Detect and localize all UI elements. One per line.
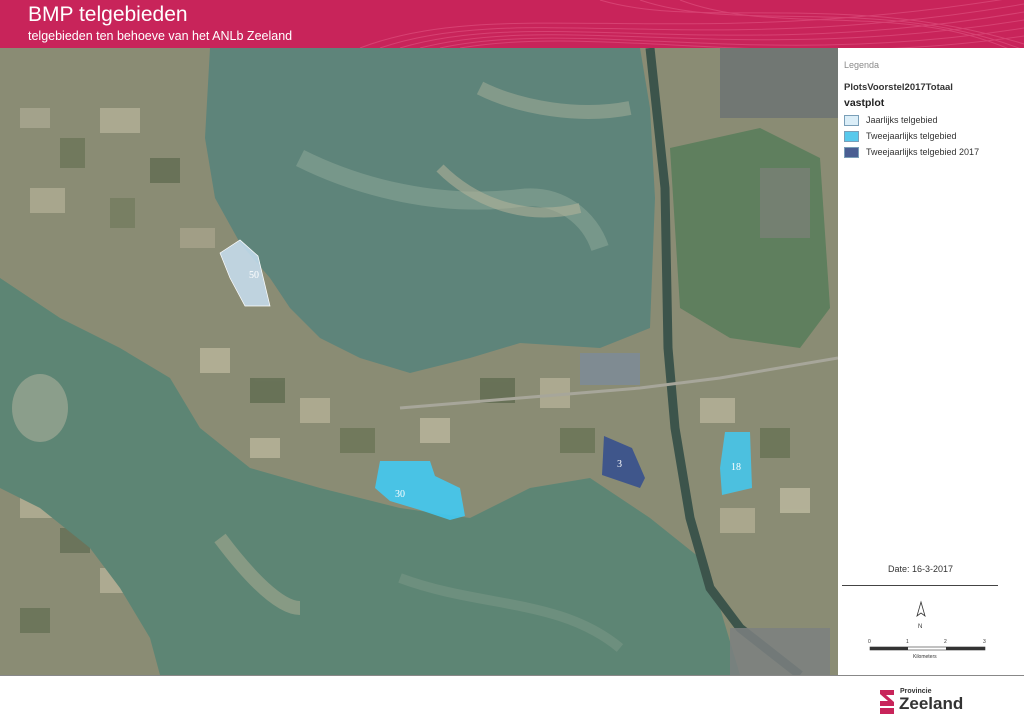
legend-field-title: vastplot: [844, 97, 885, 109]
area-label-50: 50: [249, 270, 259, 281]
scale-bar: [869, 646, 986, 651]
legend-swatch-tweejaarlijks: [844, 130, 859, 142]
map-subtitle: telgebieden ten behoeve van het ANLb Zee…: [28, 29, 293, 43]
legend-layer-title: PlotsVoorstel2017Totaal: [844, 82, 953, 93]
map-date: Date: 16-3-2017: [887, 564, 954, 574]
legend-heading: Legenda: [844, 60, 880, 70]
urban-area: [720, 48, 838, 118]
map-view[interactable]: 50 30 3 18: [0, 48, 838, 675]
scale-north-block: N 0 1 2 3 Kilometers: [868, 600, 986, 660]
scale-unit: Kilometers: [913, 654, 937, 660]
header-banner: BMP telgebieden telgebieden ten behoeve …: [0, 0, 1024, 48]
legend-swatch-jaarlijks: [844, 114, 859, 126]
legend-item-label: Tweejaarlijks telgebied: [866, 131, 957, 141]
scale-tick: 1: [906, 639, 909, 645]
logo-mark-icon: [880, 690, 894, 714]
logo-text-zeeland: Zeeland: [899, 694, 964, 713]
area-label-30: 30: [395, 489, 405, 500]
legend-divider: [842, 585, 998, 586]
legend-item: Jaarlijks telgebied: [844, 114, 938, 126]
legend-panel: Legenda PlotsVoorstel2017Totaal vastplot…: [838, 48, 1024, 675]
legend-swatch-tweejaarlijks-2017: [844, 146, 859, 158]
legend-item-label: Tweejaarlijks telgebied 2017: [866, 147, 980, 157]
north-arrow-icon: [916, 600, 926, 618]
footer-divider: [0, 675, 1024, 676]
north-label: N: [918, 624, 922, 630]
aerial-map: 50 30 3 18: [0, 48, 838, 675]
map-title: BMP telgebieden: [28, 3, 188, 26]
provincie-zeeland-logo: Provincie Zeeland: [878, 688, 978, 718]
scale-tick: 0: [868, 639, 871, 645]
legend-item: Tweejaarlijks telgebied 2017: [844, 146, 979, 158]
scale-tick: 3: [983, 639, 986, 645]
area-label-3: 3: [617, 459, 622, 470]
legend-item: Tweejaarlijks telgebied: [844, 130, 957, 142]
scale-tick: 2: [944, 639, 947, 645]
greenhouses: [580, 353, 640, 385]
area-label-18: 18: [731, 462, 741, 473]
legend-item-label: Jaarlijks telgebied: [866, 115, 938, 125]
